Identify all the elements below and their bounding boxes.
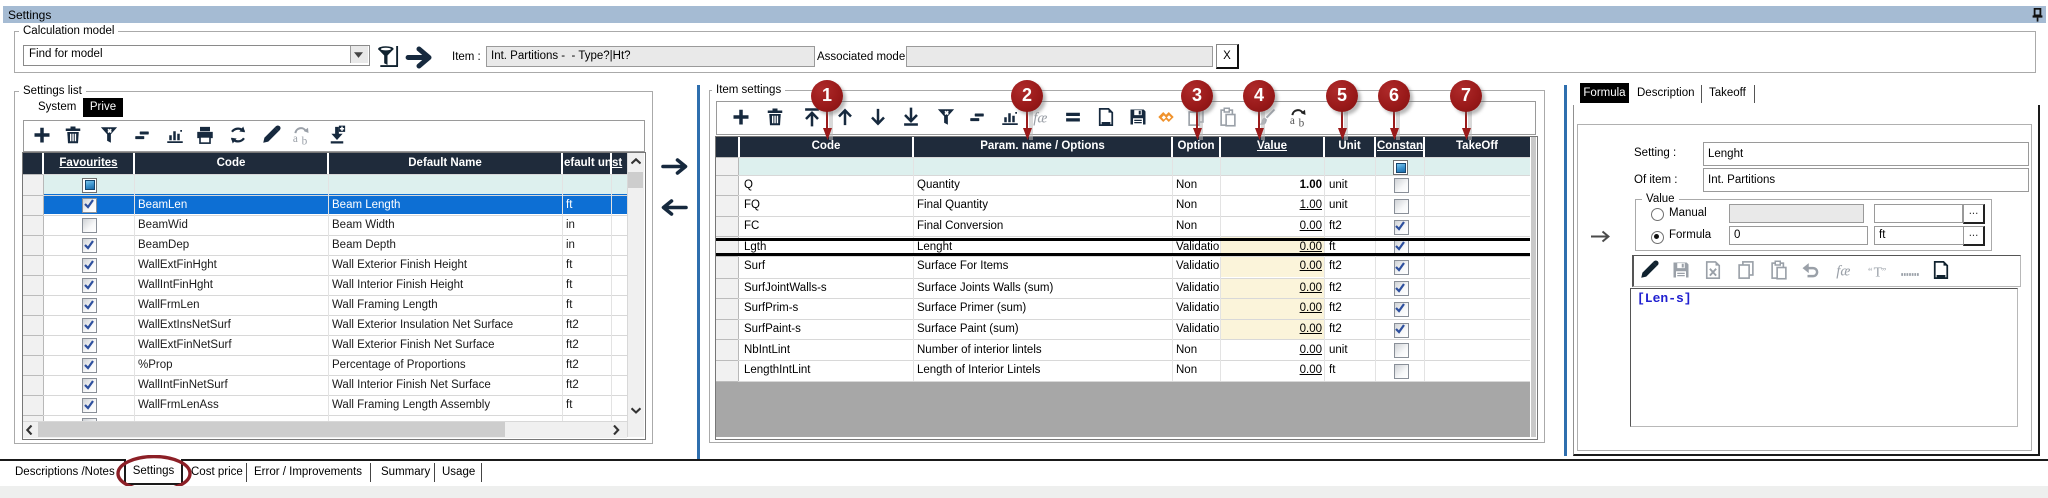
svg-text:fæ: fæ bbox=[1836, 264, 1850, 280]
svg-text:“: “ bbox=[1868, 267, 1873, 278]
svg-text:”: ” bbox=[1882, 267, 1886, 278]
svg-text:fæ: fæ bbox=[1033, 111, 1047, 127]
svg-text:a: a bbox=[1290, 115, 1295, 127]
svg-text:b: b bbox=[1299, 117, 1305, 127]
svg-text:a: a bbox=[293, 133, 298, 145]
svg-text:b: b bbox=[302, 135, 308, 145]
